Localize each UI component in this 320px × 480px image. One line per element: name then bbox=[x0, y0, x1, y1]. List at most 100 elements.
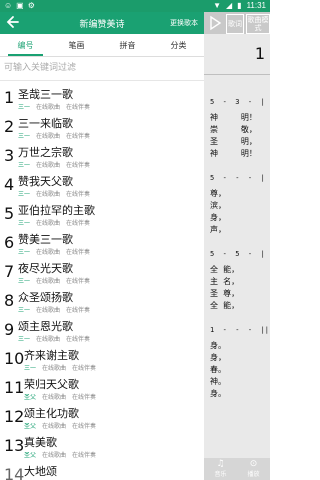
song-meta: 三一 在线歌曲 在线伴奏 bbox=[18, 131, 96, 140]
online-song-link[interactable]: 在线歌曲 bbox=[36, 249, 60, 256]
song-title: 荣归天父歌 bbox=[24, 378, 79, 391]
notation-line: 5 - 5 - | bbox=[210, 250, 265, 258]
song-meta: 三一 在线歌曲 在线伴奏 bbox=[24, 363, 102, 372]
online-accompaniment-link[interactable]: 在线伴奏 bbox=[66, 220, 90, 227]
online-accompaniment-link[interactable]: 在线伴奏 bbox=[66, 191, 90, 198]
song-number: 3 bbox=[4, 146, 15, 165]
song-title: 赞美三一歌 bbox=[18, 233, 73, 246]
song-number: 9 bbox=[4, 320, 15, 339]
online-song-link[interactable]: 在线歌曲 bbox=[42, 452, 66, 459]
search-input[interactable] bbox=[0, 58, 208, 78]
song-number: 10 bbox=[4, 349, 25, 368]
list-item[interactable]: 11 荣归天父歌 圣父 在线歌曲 在线伴奏 bbox=[0, 374, 204, 403]
online-song-link[interactable]: 在线歌曲 bbox=[42, 365, 66, 372]
music-button[interactable]: ♫ 音乐 bbox=[204, 459, 237, 479]
online-accompaniment-link[interactable]: 在线伴奏 bbox=[72, 452, 96, 459]
online-song-link[interactable]: 在线歌曲 bbox=[36, 336, 60, 343]
top-app-bar: 新编赞美诗 更换歌本 bbox=[0, 12, 204, 34]
online-song-link[interactable]: 在线歌曲 bbox=[36, 162, 60, 169]
online-accompaniment-link[interactable]: 在线伴奏 bbox=[66, 336, 90, 343]
list-item[interactable]: 4 赞我天父歌 三一 在线歌曲 在线伴奏 bbox=[0, 171, 204, 200]
list-item[interactable]: 13 真美歌 圣父 在线歌曲 在线伴奏 bbox=[0, 432, 204, 461]
song-meta: 三一 在线歌曲 在线伴奏 bbox=[18, 160, 96, 169]
online-accompaniment-link[interactable]: 在线伴奏 bbox=[72, 394, 96, 401]
settings-icon: ⚙ bbox=[27, 1, 35, 10]
list-item[interactable]: 10 齐来谢主歌 三一 在线歌曲 在线伴奏 bbox=[0, 345, 204, 374]
list-item[interactable]: 14 大地颂 bbox=[0, 461, 204, 480]
song-meta: 三一 在线歌曲 在线伴奏 bbox=[18, 189, 96, 198]
music-note-icon: ♫ bbox=[216, 459, 225, 469]
online-accompaniment-link[interactable]: 在线伴奏 bbox=[66, 133, 90, 140]
preview-song-number: 1 bbox=[254, 44, 265, 63]
list-item[interactable]: 7 夜尽光天歌 三一 在线歌曲 在线伴奏 bbox=[0, 258, 204, 287]
notation-line: 5 - - - | bbox=[210, 174, 265, 182]
song-category: 三一 bbox=[18, 278, 31, 285]
song-category: 三一 bbox=[18, 249, 31, 256]
online-accompaniment-link[interactable]: 在线伴奏 bbox=[72, 423, 96, 430]
song-category: 圣父 bbox=[24, 423, 37, 430]
play-label: 播放 bbox=[247, 471, 260, 478]
online-accompaniment-link[interactable]: 在线伴奏 bbox=[66, 162, 90, 169]
song-meta: 三一 在线歌曲 在线伴奏 bbox=[18, 102, 96, 111]
song-title: 圣哉三一歌 bbox=[18, 88, 73, 101]
tab-number[interactable]: 编号 bbox=[0, 40, 51, 51]
song-category: 三一 bbox=[24, 365, 37, 372]
online-song-link[interactable]: 在线歌曲 bbox=[36, 133, 60, 140]
online-accompaniment-link[interactable]: 在线伴奏 bbox=[66, 104, 90, 111]
online-accompaniment-link[interactable]: 在线伴奏 bbox=[66, 307, 90, 314]
signal-icon: ◢ bbox=[226, 1, 233, 10]
tab-strokes[interactable]: 笔画 bbox=[51, 40, 102, 51]
song-category: 三一 bbox=[18, 220, 31, 227]
online-accompaniment-link[interactable]: 在线伴奏 bbox=[66, 278, 90, 285]
song-title: 大地颂 bbox=[24, 465, 57, 478]
list-item[interactable]: 8 众圣颂扬歌 三一 在线歌曲 在线伴奏 bbox=[0, 287, 204, 316]
song-mode-button[interactable]: 歌曲模式 bbox=[246, 14, 270, 34]
list-item[interactable]: 6 赞美三一歌 三一 在线歌曲 在线伴奏 bbox=[0, 229, 204, 258]
list-item[interactable]: 12 颂主化功歌 圣父 在线歌曲 在线伴奏 bbox=[0, 403, 204, 432]
song-number: 1 bbox=[4, 88, 15, 107]
song-meta: 三一 在线歌曲 在线伴奏 bbox=[18, 305, 96, 314]
song-meta: 圣父 在线歌曲 在线伴奏 bbox=[24, 392, 102, 401]
tab-category[interactable]: 分类 bbox=[153, 40, 204, 51]
online-song-link[interactable]: 在线歌曲 bbox=[36, 220, 60, 227]
list-item[interactable]: 5 亚伯拉罕的主歌 三一 在线歌曲 在线伴奏 bbox=[0, 200, 204, 229]
song-number: 5 bbox=[4, 204, 15, 223]
song-title: 夜尽光天歌 bbox=[18, 262, 73, 275]
song-meta: 圣父 在线歌曲 在线伴奏 bbox=[24, 421, 102, 430]
lyric-block: 尊， 滨， 身， 声， bbox=[210, 189, 226, 234]
online-song-link[interactable]: 在线歌曲 bbox=[42, 423, 66, 430]
clock: 11:31 bbox=[246, 1, 266, 10]
song-list[interactable]: 1 圣哉三一歌 三一 在线歌曲 在线伴奏 2 三一来临歌 三一 在线歌曲 在线伴奏 3 … bbox=[0, 84, 204, 480]
lyrics-button[interactable]: 歌词 bbox=[226, 14, 244, 34]
online-song-link[interactable]: 在线歌曲 bbox=[42, 394, 66, 401]
song-category: 三一 bbox=[18, 104, 31, 111]
online-accompaniment-link[interactable]: 在线伴奏 bbox=[72, 365, 96, 372]
song-title: 赞我天父歌 bbox=[18, 175, 73, 188]
wifi-icon: ▼ bbox=[213, 1, 221, 10]
online-song-link[interactable]: 在线歌曲 bbox=[36, 307, 60, 314]
song-category: 三一 bbox=[18, 133, 31, 140]
tab-pinyin[interactable]: 拼音 bbox=[102, 40, 153, 51]
online-song-link[interactable]: 在线歌曲 bbox=[36, 104, 60, 111]
song-meta: 三一 在线歌曲 在线伴奏 bbox=[18, 247, 96, 256]
online-accompaniment-link[interactable]: 在线伴奏 bbox=[66, 249, 90, 256]
list-item[interactable]: 3 万世之宗歌 三一 在线歌曲 在线伴奏 bbox=[0, 142, 204, 171]
song-title: 颂主恩光歌 bbox=[18, 320, 73, 333]
song-title: 齐来谢主歌 bbox=[24, 349, 79, 362]
online-song-link[interactable]: 在线歌曲 bbox=[36, 191, 60, 198]
active-tab-indicator bbox=[8, 54, 43, 56]
change-hymnal-button[interactable]: 更换歌本 bbox=[170, 18, 198, 28]
song-number: 13 bbox=[4, 436, 25, 455]
preview-bottom-bar: ♫ 音乐 ⊙ 播放 bbox=[204, 458, 270, 480]
online-song-link[interactable]: 在线歌曲 bbox=[36, 278, 60, 285]
play-button[interactable]: ⊙ 播放 bbox=[237, 460, 270, 479]
list-item[interactable]: 9 颂主恩光歌 三一 在线歌曲 在线伴奏 bbox=[0, 316, 204, 345]
play-icon[interactable] bbox=[206, 14, 224, 32]
search-underline bbox=[0, 80, 204, 81]
song-number: 2 bbox=[4, 117, 15, 136]
song-title: 三一来临歌 bbox=[18, 117, 73, 130]
song-title: 众圣颂扬歌 bbox=[18, 291, 73, 304]
list-item[interactable]: 1 圣哉三一歌 三一 在线歌曲 在线伴奏 bbox=[0, 84, 204, 113]
list-item[interactable]: 2 三一来临歌 三一 在线歌曲 在线伴奏 bbox=[0, 113, 204, 142]
song-number: 12 bbox=[4, 407, 25, 426]
